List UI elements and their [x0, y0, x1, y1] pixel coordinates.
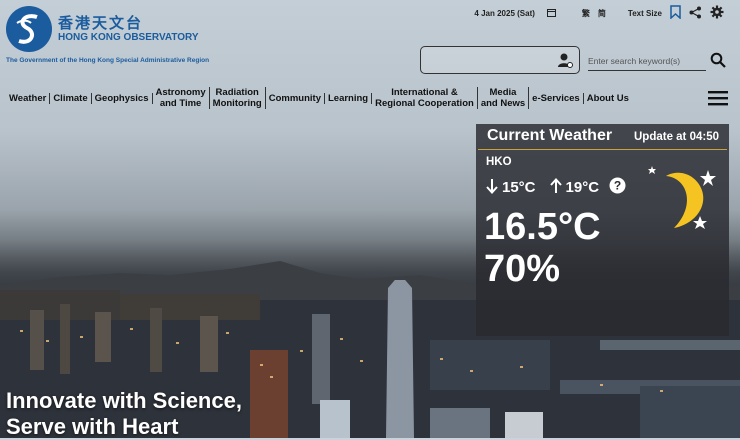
current-date: 4 Jan 2025 (Sat) [474, 8, 535, 18]
weather-panel-header: Current Weather Update at 04:50 [478, 124, 727, 150]
search-icon[interactable] [710, 52, 726, 73]
logo-chinese-name: 香港天文台 [58, 14, 144, 32]
hero-slogan: Innovate with Science, Serve with Heart [6, 388, 242, 439]
current-weather-panel[interactable]: Current Weather Update at 04:50 HKO 15°C… [476, 124, 729, 336]
moon-stars-icon [644, 164, 724, 239]
nav-astronomy-and-time[interactable]: Astronomy and Time [153, 87, 210, 109]
svg-text:?: ? [614, 179, 621, 193]
weather-update-time: Update at 04:50 [633, 131, 719, 143]
min-temperature: 15°C [502, 179, 536, 196]
help-question-icon[interactable]: ? [609, 177, 626, 198]
nav-climate[interactable]: Climate [50, 92, 92, 104]
utility-bar: 4 Jan 2025 (Sat) 繁 简 Text Size [474, 5, 724, 21]
temperature-range: 15°C 19°C ? [486, 177, 626, 198]
text-size-button[interactable]: Text Size [628, 9, 662, 18]
weather-station: HKO [486, 156, 512, 168]
arrow-up-icon [549, 177, 562, 198]
lang-simplified-chinese[interactable]: 简 [598, 8, 606, 19]
weather-panel-title: Current Weather [487, 127, 613, 144]
nav-about-us[interactable]: About Us [584, 93, 632, 104]
logo-english-name: HONG KONG OBSERVATORY [58, 31, 199, 43]
nav-learning[interactable]: Learning [325, 92, 373, 104]
nav-international-cooperation[interactable]: International & Regional Cooperation [372, 87, 478, 109]
government-line: The Government of the Hong Kong Special … [6, 57, 210, 64]
nav-community[interactable]: Community [266, 92, 325, 104]
nav-e-services[interactable]: e-Services [529, 92, 584, 104]
hko-logo[interactable]: 香港天文台 HONG KONG OBSERVATORY [6, 6, 199, 52]
nav-media-and-news[interactable]: Media and News [478, 87, 530, 109]
current-temperature: 16.5°C [484, 206, 601, 248]
nav-geophysics[interactable]: Geophysics [92, 92, 153, 104]
current-humidity: 70% [484, 248, 561, 290]
nav-radiation-monitoring[interactable]: Radiation Monitoring [210, 87, 266, 109]
hko-emblem-icon [6, 6, 52, 52]
hamburger-menu-icon[interactable] [708, 90, 728, 111]
mydashboard-login-box[interactable] [420, 46, 580, 74]
search-input[interactable] [588, 52, 706, 71]
main-nav: Weather Climate Geophysics Astronomy and… [6, 85, 632, 111]
nav-weather[interactable]: Weather [6, 92, 51, 104]
arrow-down-icon [486, 178, 498, 198]
settings-gear-icon[interactable] [710, 5, 724, 21]
share-icon[interactable] [689, 6, 702, 21]
bookmark-icon[interactable] [670, 5, 681, 21]
user-login-icon[interactable] [557, 52, 573, 73]
calendar-icon[interactable] [546, 8, 556, 19]
logo-wordmark: 香港天文台 HONG KONG OBSERVATORY [58, 15, 199, 44]
lang-traditional-chinese[interactable]: 繁 [582, 8, 590, 19]
max-temperature: 19°C [565, 179, 600, 196]
